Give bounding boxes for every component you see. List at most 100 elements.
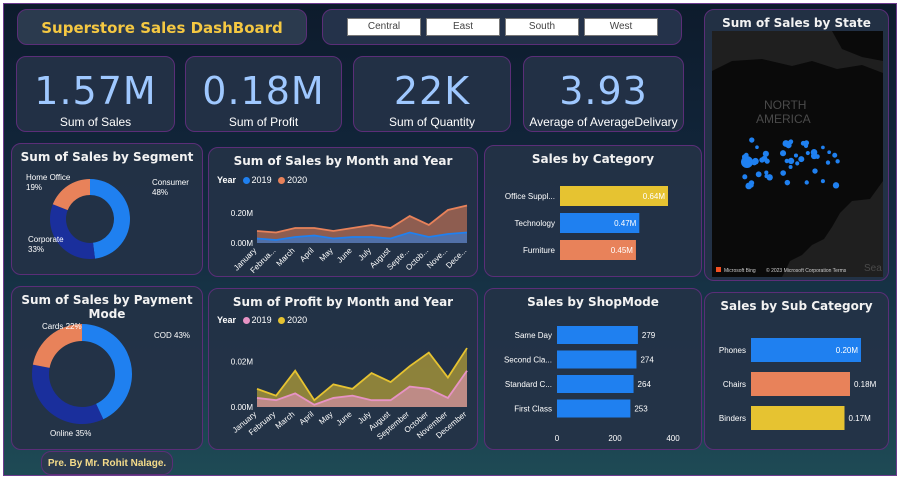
subcategory-bar-chart[interactable]: Phones 0.20M Chairs 0.18M Binders 0.17M — [705, 293, 890, 451]
bar-category-label: Technology — [515, 219, 555, 228]
state-marker[interactable] — [821, 145, 825, 150]
bar-value-label: 253 — [634, 405, 648, 414]
state-marker[interactable] — [832, 152, 838, 158]
bar-value-label: 0.64M — [643, 192, 666, 201]
profit-month-card: Sum of Profit by Month and Year Year 201… — [208, 288, 478, 450]
state-marker[interactable] — [742, 174, 748, 180]
state-marker[interactable] — [810, 152, 818, 160]
bar-value-label: 0.45M — [611, 246, 634, 255]
slicer-west[interactable]: West — [584, 18, 658, 36]
payment-card: Sum of Sales by Payment Mode COD 43% Onli… — [11, 286, 203, 450]
state-marker[interactable] — [820, 179, 825, 184]
x-tick-label: April — [298, 246, 316, 264]
state-marker[interactable] — [762, 150, 769, 157]
bar-category-label: Same Day — [515, 331, 552, 340]
state-map[interactable]: NORTH AMERICA Sea Microsoft Bing © 2023 … — [712, 31, 883, 277]
state-marker[interactable] — [788, 165, 793, 170]
donut-slice-online[interactable] — [32, 364, 104, 424]
state-marker[interactable] — [780, 170, 787, 176]
kpi-label: Average of AverageDelivary — [529, 115, 678, 129]
state-marker[interactable] — [835, 159, 840, 164]
x-tick-label: May — [317, 410, 334, 427]
dashboard-title: Superstore Sales DashBoard — [41, 19, 283, 37]
donut-label: 19% — [26, 183, 42, 192]
x-tick-label: 400 — [666, 434, 680, 443]
sales-month-card: Sum of Sales by Month and Year Year 2019… — [208, 147, 478, 277]
state-marker[interactable] — [812, 168, 818, 174]
bar-1[interactable] — [751, 372, 850, 396]
state-marker[interactable] — [779, 150, 787, 157]
kpi-quantity-card: 22K Sum of Quantity — [353, 56, 511, 132]
y-tick-label: 0.20M — [231, 209, 254, 218]
state-marker[interactable] — [795, 161, 800, 166]
state-marker[interactable] — [827, 150, 831, 155]
state-marker[interactable] — [784, 179, 791, 186]
state-marker[interactable] — [804, 180, 809, 185]
state-marker[interactable] — [764, 170, 769, 175]
bar-3[interactable] — [557, 399, 631, 418]
bar-value-label: 264 — [638, 380, 652, 389]
kpi-value: 22K — [393, 69, 471, 113]
y-tick-label: 0.00M — [231, 239, 254, 248]
profit-month-area-chart[interactable]: 0.00M0.02MJanuaryFebruaryMarch April May Ju… — [209, 289, 479, 451]
shopmode-bar-chart[interactable]: Same Day 279 Second Cla... 274 Standard C...… — [485, 289, 703, 451]
map-label-sea: Sea — [864, 263, 882, 274]
kpi-value: 1.57M — [34, 69, 157, 113]
state-marker[interactable] — [788, 139, 793, 145]
map-copyright: © 2023 Microsoft Corporation Terms — [766, 267, 847, 274]
x-tick-label: May — [318, 246, 335, 263]
state-marker[interactable] — [832, 182, 840, 189]
state-marker[interactable] — [793, 153, 799, 158]
slicer-south[interactable]: South — [505, 18, 579, 36]
category-bar-chart[interactable]: Office Suppl... 0.64M Technology 0.47M Furni… — [485, 146, 703, 278]
donut-slice-consumer[interactable] — [90, 179, 131, 259]
state-marker[interactable] — [800, 140, 806, 146]
donut-label: 33% — [28, 245, 44, 254]
x-tick-label: March — [275, 246, 297, 268]
donut-slice-corporate[interactable] — [50, 204, 96, 259]
slicer-east[interactable]: East — [426, 18, 500, 36]
x-tick-label: Dece... — [444, 246, 468, 270]
bar-value-label: 279 — [642, 331, 656, 340]
donut-label: 48% — [152, 188, 168, 197]
state-marker[interactable] — [784, 158, 790, 164]
kpi-profit-card: 0.18M Sum of Profit — [185, 56, 342, 132]
state-marker[interactable] — [749, 137, 755, 143]
x-tick-label: 200 — [608, 434, 622, 443]
state-marker[interactable] — [755, 171, 762, 178]
segment-card: Sum of Sales by Segment Consumer 48% Corpo… — [11, 143, 203, 275]
y-tick-label: 0.02M — [231, 358, 254, 367]
state-marker[interactable] — [755, 145, 759, 150]
donut-label: Home Office — [26, 173, 71, 182]
bar-2[interactable] — [751, 406, 845, 430]
bar-1[interactable] — [557, 350, 637, 369]
donut-label: Online 35% — [50, 429, 91, 438]
kpi-value: 3.93 — [559, 69, 648, 113]
state-marker[interactable] — [825, 160, 831, 165]
donut-slice-home-office[interactable] — [52, 179, 90, 211]
state-marker[interactable] — [798, 156, 805, 163]
bar-value-label: 0.20M — [836, 346, 859, 355]
map-card: Sum of Sales by State NORTH AMERICA Sea … — [704, 9, 889, 281]
state-marker[interactable] — [741, 156, 753, 168]
sales-month-area-chart[interactable]: 0.00M0.20MJanuaryFebrua...March April May J… — [209, 148, 479, 278]
x-tick-label: 0 — [555, 434, 560, 443]
subcategory-card: Sales by Sub Category Phones 0.20M Chairs 0… — [704, 292, 889, 450]
state-marker[interactable] — [766, 174, 773, 181]
bing-label: Microsoft Bing — [724, 268, 756, 274]
map-label-america: AMERICA — [756, 112, 811, 126]
slicer-central[interactable]: Central — [347, 18, 421, 36]
x-tick-label: March — [274, 410, 297, 431]
bar-0[interactable] — [557, 326, 638, 344]
kpi-value: 0.18M — [202, 69, 325, 113]
state-marker[interactable] — [805, 150, 810, 156]
bar-value-label: 274 — [640, 356, 654, 365]
bar-2[interactable] — [557, 375, 634, 393]
donut-slice-cod[interactable] — [82, 324, 132, 420]
state-marker[interactable] — [749, 183, 754, 188]
footer-credit: Pre. By Mr. Rohit Nalage. — [47, 458, 167, 469]
category-card: Sales by Category Office Suppl... 0.64M Te… — [484, 145, 702, 277]
kpi-sales-card: 1.57M Sum of Sales — [16, 56, 175, 132]
segment-donut-chart[interactable]: Consumer48% Corporate33% Home Office19% — [12, 144, 204, 276]
payment-donut-chart[interactable]: COD 43% Online 35% Cards 22% — [12, 287, 204, 451]
